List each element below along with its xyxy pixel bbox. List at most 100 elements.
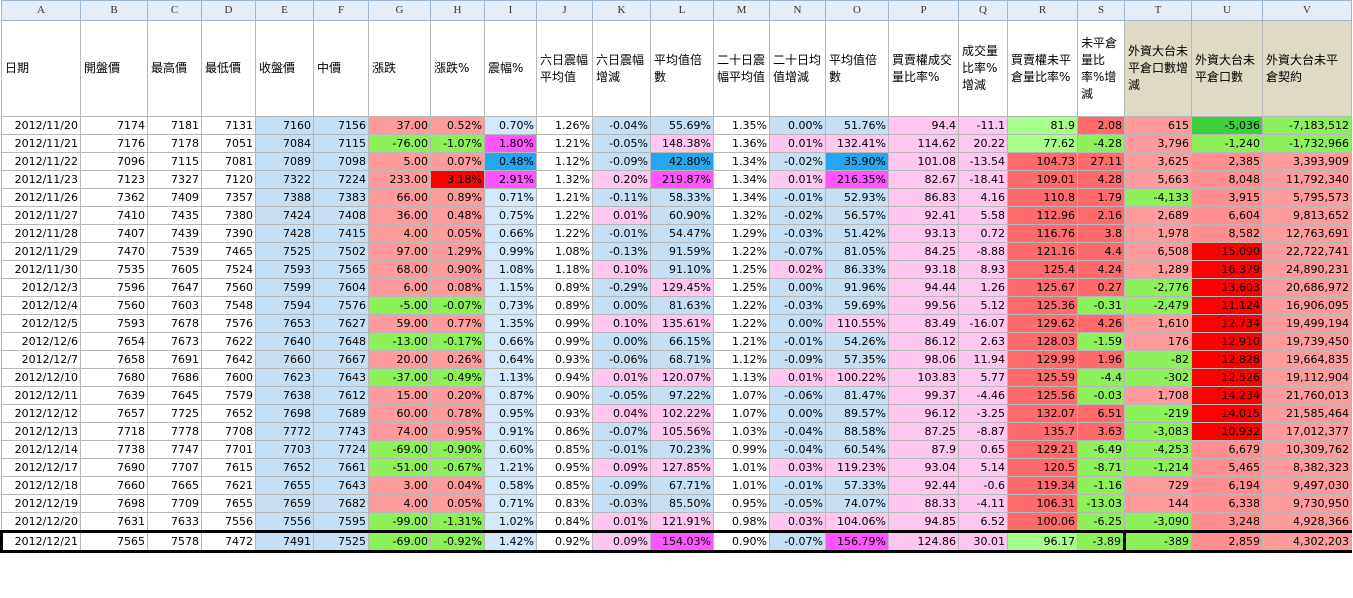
data-cell[interactable]: 0.90%: [536, 386, 593, 405]
data-cell[interactable]: 1.08%: [536, 242, 593, 261]
data-cell[interactable]: -0.04%: [769, 422, 826, 441]
data-cell[interactable]: 7051: [201, 134, 256, 153]
data-cell[interactable]: 9,813,652: [1262, 206, 1352, 225]
data-cell[interactable]: 219.87%: [650, 170, 714, 189]
data-cell[interactable]: -0.29%: [592, 278, 651, 297]
data-cell[interactable]: 7686: [147, 368, 202, 387]
data-cell[interactable]: 129.62: [1007, 314, 1078, 333]
data-cell[interactable]: 4.00: [368, 494, 431, 513]
data-cell[interactable]: 1.18%: [536, 260, 593, 279]
data-cell[interactable]: 7660: [255, 350, 314, 369]
data-cell[interactable]: -0.03%: [592, 494, 651, 513]
data-cell[interactable]: 7327: [147, 170, 202, 189]
field-header[interactable]: 平均值倍數: [650, 20, 714, 117]
data-cell[interactable]: 3,796: [1124, 134, 1192, 153]
data-cell[interactable]: 7407: [80, 224, 148, 243]
data-cell[interactable]: 135.7: [1007, 422, 1078, 441]
data-cell[interactable]: 7525: [313, 530, 369, 553]
data-cell[interactable]: 7470: [80, 242, 148, 261]
data-cell[interactable]: 0.78%: [430, 404, 485, 423]
data-cell[interactable]: 132.41%: [825, 134, 889, 153]
data-cell[interactable]: 0.95%: [430, 422, 485, 441]
data-cell[interactable]: 8,382,323: [1262, 458, 1352, 477]
data-cell[interactable]: 1,978: [1124, 224, 1192, 243]
data-cell[interactable]: 83.49: [888, 314, 959, 333]
data-cell[interactable]: 85.50%: [650, 494, 714, 513]
data-cell[interactable]: 0.52%: [430, 116, 485, 135]
data-cell[interactable]: 9,730,950: [1262, 494, 1352, 513]
date-cell[interactable]: 2012/12/3: [1, 278, 81, 297]
data-cell[interactable]: 3,393,909: [1262, 152, 1352, 171]
data-cell[interactable]: 0.04%: [592, 404, 651, 423]
data-cell[interactable]: 7690: [80, 458, 148, 477]
data-cell[interactable]: 7576: [201, 314, 256, 333]
data-cell[interactable]: 7691: [147, 350, 202, 369]
data-cell[interactable]: 0.09%: [592, 458, 651, 477]
data-cell[interactable]: -0.07%: [592, 422, 651, 441]
date-cell[interactable]: 2012/12/17: [1, 458, 81, 477]
data-cell[interactable]: 7772: [255, 422, 314, 441]
data-cell[interactable]: 87.9: [888, 440, 959, 459]
field-header[interactable]: 二十日均值增減: [769, 20, 826, 117]
field-header[interactable]: 中價: [313, 20, 369, 117]
data-cell[interactable]: 12,910: [1191, 332, 1263, 351]
data-cell[interactable]: 7709: [147, 494, 202, 513]
data-cell[interactable]: 58.33%: [650, 188, 714, 207]
data-cell[interactable]: 129.45%: [650, 278, 714, 297]
data-cell[interactable]: 93.13: [888, 224, 959, 243]
data-cell[interactable]: 1.42%: [484, 530, 537, 553]
data-cell[interactable]: 7643: [313, 476, 369, 495]
data-cell[interactable]: 0.01%: [592, 512, 651, 532]
data-cell[interactable]: 1.07%: [713, 386, 770, 405]
data-cell[interactable]: 97.22%: [650, 386, 714, 405]
data-cell[interactable]: 5,795,573: [1262, 188, 1352, 207]
data-cell[interactable]: -4,133: [1124, 188, 1192, 207]
data-cell[interactable]: 129.21: [1007, 440, 1078, 459]
data-cell[interactable]: -2,776: [1124, 278, 1192, 297]
data-cell[interactable]: 1.29%: [430, 242, 485, 261]
data-cell[interactable]: 1.34%: [713, 188, 770, 207]
data-cell[interactable]: 3.8: [1077, 224, 1125, 243]
data-cell[interactable]: 74.00: [368, 422, 431, 441]
data-cell[interactable]: 94.4: [888, 116, 959, 135]
data-cell[interactable]: 1.96: [1077, 350, 1125, 369]
data-cell[interactable]: 127.85%: [650, 458, 714, 477]
date-cell[interactable]: 2012/12/10: [1, 368, 81, 387]
data-cell[interactable]: 0.00%: [769, 116, 826, 135]
data-cell[interactable]: 1,708: [1124, 386, 1192, 405]
data-cell[interactable]: 7724: [313, 440, 369, 459]
data-cell[interactable]: -0.02%: [769, 152, 826, 171]
data-cell[interactable]: 7654: [80, 332, 148, 351]
data-cell[interactable]: 68.71%: [650, 350, 714, 369]
data-cell[interactable]: 0.72: [958, 224, 1008, 243]
date-cell[interactable]: 2012/11/27: [1, 206, 81, 225]
data-cell[interactable]: 12,734: [1191, 314, 1263, 333]
data-cell[interactable]: -0.01%: [769, 476, 826, 495]
data-cell[interactable]: 1.21%: [536, 188, 593, 207]
data-cell[interactable]: 1.32%: [713, 206, 770, 225]
column-header-o[interactable]: O: [825, 0, 889, 21]
field-header[interactable]: 成交量比率%增減: [958, 20, 1008, 117]
data-cell[interactable]: 7131: [201, 116, 256, 135]
data-cell[interactable]: -3,083: [1124, 422, 1192, 441]
data-cell[interactable]: 0.87%: [484, 386, 537, 405]
data-cell[interactable]: -0.04%: [769, 440, 826, 459]
data-cell[interactable]: 4.4: [1077, 242, 1125, 261]
data-cell[interactable]: 2.08: [1077, 116, 1125, 135]
data-cell[interactable]: 0.08%: [430, 278, 485, 297]
date-cell[interactable]: 2012/12/6: [1, 332, 81, 351]
data-cell[interactable]: 1.22%: [713, 242, 770, 261]
data-cell[interactable]: 24,890,231: [1262, 260, 1352, 279]
data-cell[interactable]: 7178: [147, 134, 202, 153]
data-cell[interactable]: 7605: [147, 260, 202, 279]
data-cell[interactable]: 4.24: [1077, 260, 1125, 279]
field-header[interactable]: 最低價: [201, 20, 256, 117]
data-cell[interactable]: 86.12: [888, 332, 959, 351]
data-cell[interactable]: 74.07%: [825, 494, 889, 513]
data-cell[interactable]: 5,663: [1124, 170, 1192, 189]
data-cell[interactable]: 125.59: [1007, 368, 1078, 387]
data-cell[interactable]: 156.79%: [825, 530, 889, 553]
data-cell[interactable]: 101.08: [888, 152, 959, 171]
data-cell[interactable]: -2,479: [1124, 296, 1192, 315]
data-cell[interactable]: -5.00: [368, 296, 431, 315]
